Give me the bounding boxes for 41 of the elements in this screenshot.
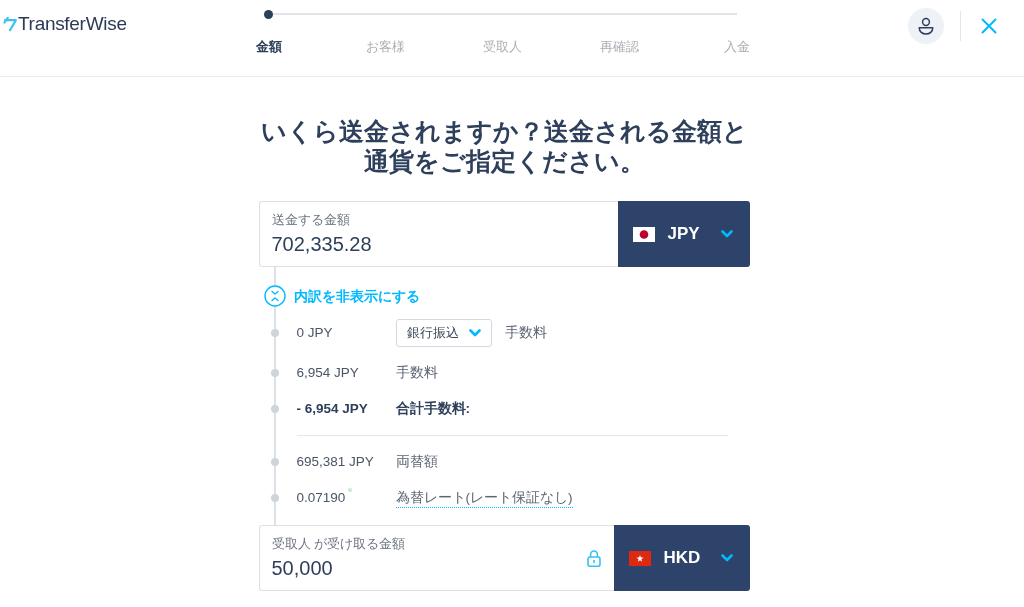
fee-label: 両替額: [395, 452, 438, 471]
amount-text: - 6,954 JPY: [296, 399, 368, 418]
amount-text: 695,381 JPY: [296, 452, 374, 471]
step-label: 金額: [255, 39, 282, 54]
step-label: 受取人: [483, 39, 522, 54]
dot-icon: [348, 487, 353, 492]
bullet-dot-icon: [270, 369, 279, 377]
caret-icon: [720, 230, 733, 238]
currency-select[interactable]: JPY: [617, 201, 750, 267]
step-label: お客様: [366, 39, 405, 54]
step-label: 入金: [723, 39, 750, 54]
account-button[interactable]: [908, 8, 944, 44]
fee-label: 合計手数料:: [395, 399, 470, 418]
currency-select[interactable]: HKD: [613, 525, 750, 591]
amount-text: 0 JPY: [296, 323, 333, 342]
bullet-dot-icon: [270, 458, 279, 466]
rate-info-link[interactable]: 為替レート(レート保証なし): [395, 488, 573, 508]
fee-label: 手数料: [395, 363, 438, 382]
amount-text: 6,954 JPY: [296, 363, 359, 382]
step-label: 再確認: [600, 39, 639, 54]
brand-name: TransferWise: [18, 13, 127, 35]
flag-icon: [632, 226, 655, 242]
amount-field[interactable]: 受取人 が受け取る金額 50,000: [258, 525, 614, 591]
amount-input[interactable]: 50,000: [271, 555, 587, 581]
amount-label: 受取人 が受け取る金額: [271, 536, 406, 552]
close-icon: [981, 18, 997, 34]
caret-icon: [720, 554, 733, 562]
flag-icon: [628, 550, 651, 566]
page-title: いくら送金されますか？送金される金額と通貨をご指定ください。: [259, 116, 749, 176]
amount-text: 0.07190: [296, 488, 346, 507]
bullet-dot-icon: [270, 329, 279, 337]
amount-field[interactable]: 送金する金額 702,335.28: [258, 201, 618, 267]
amount-label: 送金する金額: [271, 212, 350, 228]
bullet-dot-icon: [270, 494, 279, 502]
fee-label: 手数料: [504, 323, 547, 342]
logo-icon: [3, 16, 17, 32]
person-icon: [917, 17, 935, 35]
caret-icon: [468, 329, 481, 337]
payment-method-select[interactable]: 銀行振込: [395, 319, 492, 347]
bullet-dot-icon: [270, 405, 279, 413]
amount-input[interactable]: 702,335.28: [271, 231, 606, 257]
